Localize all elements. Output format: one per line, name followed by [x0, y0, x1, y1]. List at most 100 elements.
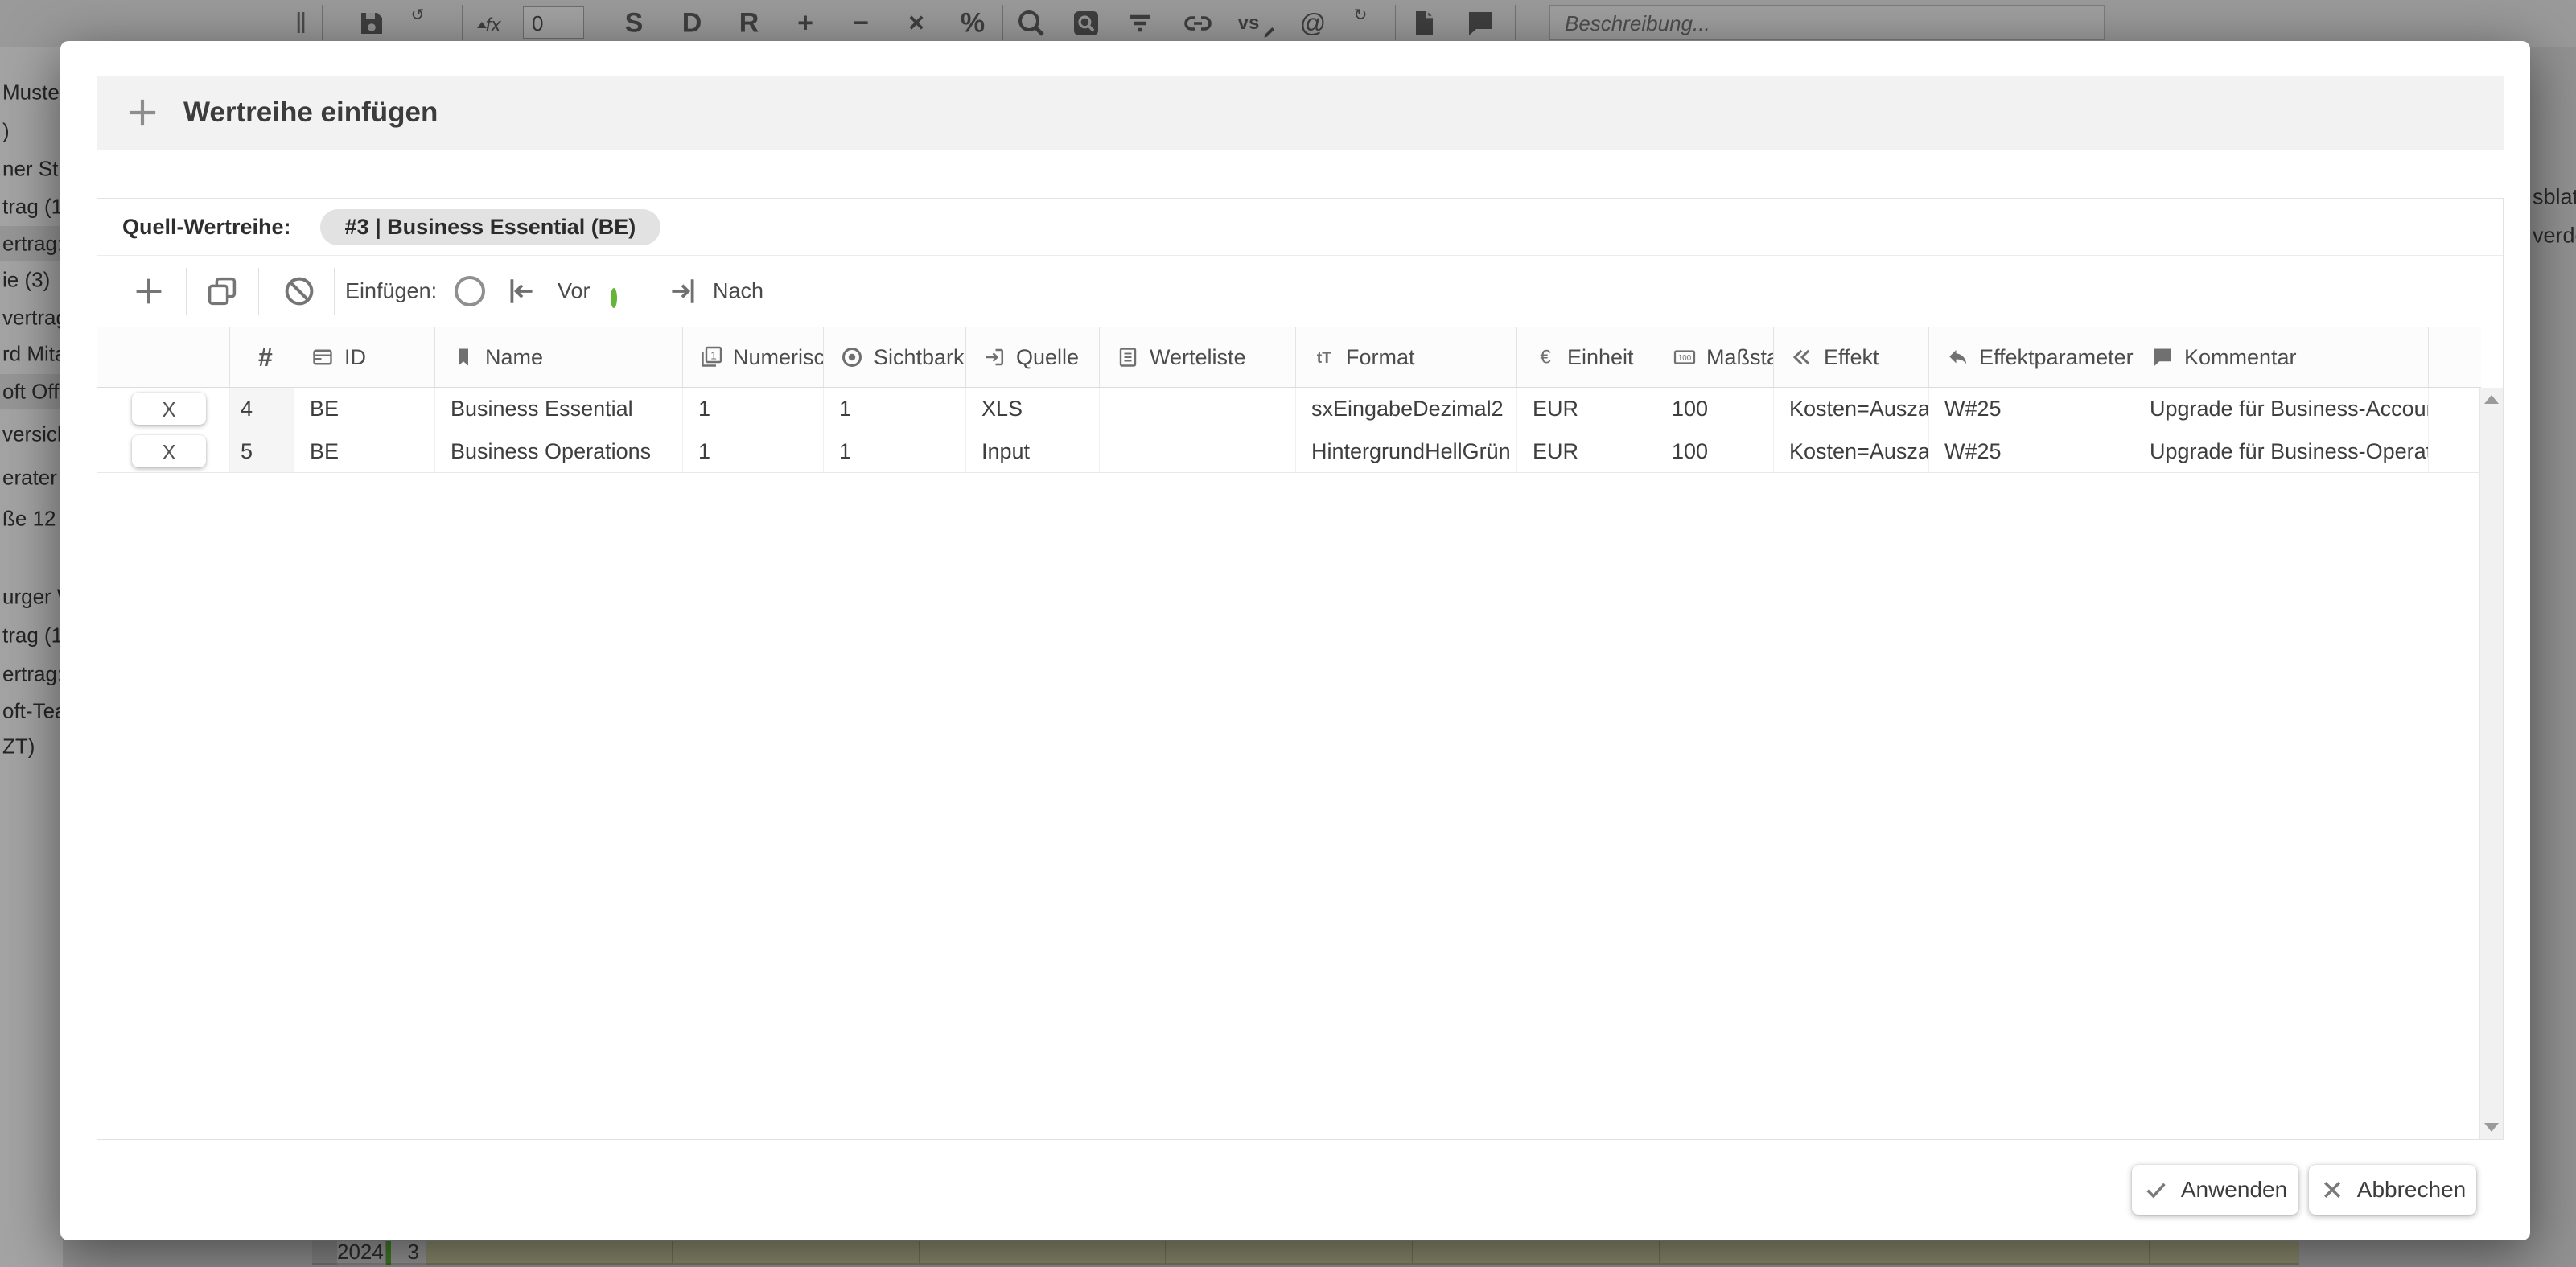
- toolbar-divider: [186, 268, 187, 315]
- column-label: Quelle: [1016, 345, 1079, 370]
- table-header: # ID Name Numerisch Sichtbarke Quelle We…: [97, 327, 2481, 388]
- column-unit[interactable]: Einheit: [1517, 327, 1656, 387]
- dialog-header: Wertreihe einfügen: [97, 76, 2504, 150]
- cell-index: 4: [230, 388, 294, 430]
- cell-id: BE: [294, 430, 435, 472]
- cell-name: Business Essential: [435, 388, 683, 430]
- plus-icon: [124, 94, 161, 131]
- cell-unit: EUR: [1517, 388, 1656, 430]
- cell-effect-param: W#25: [1929, 430, 2134, 472]
- euro-icon: [1533, 345, 1558, 369]
- column-valuelist[interactable]: Werteliste: [1100, 327, 1296, 387]
- cell-visibility: 1: [824, 430, 966, 472]
- cell-source: Input: [966, 430, 1100, 472]
- source-series-label: Quell-Wertreihe:: [122, 215, 291, 240]
- add-row-button[interactable]: [131, 274, 167, 309]
- scale-icon: [1673, 345, 1697, 369]
- remove-row-button[interactable]: X: [132, 393, 206, 425]
- arrow-bar-left-icon: [505, 274, 539, 308]
- column-comment[interactable]: Kommentar: [2134, 327, 2429, 387]
- toolbar-divider: [334, 268, 335, 315]
- cell-numeric: 1: [683, 388, 824, 430]
- list-icon: [1116, 345, 1140, 369]
- column-scale[interactable]: Maßsta: [1656, 327, 1774, 387]
- duplicate-button[interactable]: [204, 274, 240, 309]
- numeric-icon: [699, 345, 723, 369]
- insert-label: Einfügen:: [345, 279, 437, 304]
- scroll-up-icon[interactable]: [2484, 395, 2499, 404]
- column-trailing: [2429, 327, 2481, 387]
- bookmark-icon: [451, 345, 475, 369]
- radio-after[interactable]: [611, 288, 617, 308]
- table-scrollbar[interactable]: [2479, 388, 2503, 1139]
- cell-action: X: [97, 430, 230, 472]
- cell-comment: Upgrade für Business-Accounts: [2134, 388, 2429, 430]
- cell-valuelist: [1100, 430, 1296, 472]
- column-label: Numerisch: [733, 345, 824, 370]
- visibility-icon: [840, 345, 864, 369]
- column-effect-param[interactable]: Effektparameter: [1929, 327, 2134, 387]
- cell-effect-param: W#25: [1929, 388, 2134, 430]
- column-effect[interactable]: Effekt: [1774, 327, 1929, 387]
- column-label: Name: [485, 345, 543, 370]
- column-label: Werteliste: [1150, 345, 1246, 370]
- radio-before[interactable]: [455, 276, 485, 306]
- insert-toolbar-row: Einfügen: Vor Nach: [97, 256, 2503, 327]
- cell-format: sxEingabeDezimal2: [1296, 388, 1517, 430]
- column-visibility[interactable]: Sichtbarke: [824, 327, 966, 387]
- effect-param-icon: [1945, 345, 1969, 369]
- scroll-down-icon[interactable]: [2484, 1123, 2499, 1132]
- block-button[interactable]: [282, 274, 317, 309]
- cancel-button-label: Abbrechen: [2357, 1177, 2466, 1203]
- check-icon: [2143, 1177, 2169, 1203]
- column-label: Effektparameter: [1979, 345, 2134, 370]
- radio-before-label[interactable]: Vor: [558, 279, 591, 304]
- column-name[interactable]: Name: [435, 327, 683, 387]
- cell-source: XLS: [966, 388, 1100, 430]
- format-icon: [1312, 345, 1336, 369]
- column-label: Effekt: [1824, 345, 1879, 370]
- dialog-content-card: Quell-Wertreihe: #3 | Business Essential…: [97, 198, 2504, 1140]
- dialog-title: Wertreihe einfügen: [183, 97, 438, 129]
- column-format[interactable]: Format: [1296, 327, 1517, 387]
- cell-effect: Kosten=Ausza…: [1774, 388, 1929, 430]
- remove-row-button[interactable]: X: [132, 435, 206, 467]
- column-label: Maßsta: [1706, 345, 1774, 370]
- column-label: Kommentar: [2184, 345, 2297, 370]
- cell-id: BE: [294, 388, 435, 430]
- source-icon: [982, 345, 1006, 369]
- column-index[interactable]: #: [230, 327, 294, 387]
- toolbar-divider: [258, 268, 259, 315]
- cell-unit: EUR: [1517, 430, 1656, 472]
- source-series-chip[interactable]: #3 | Business Essential (BE): [320, 209, 661, 245]
- screen: ‖ ↺ 0 S D R + − × % vs @ ↻ Beschreibung.…: [0, 0, 2576, 1267]
- apply-button[interactable]: Anwenden: [2132, 1165, 2298, 1215]
- source-series-row: Quell-Wertreihe: #3 | Business Essential…: [97, 199, 2503, 256]
- id-card-icon: [311, 345, 335, 369]
- cell-action: X: [97, 388, 230, 430]
- cell-name: Business Operations: [435, 430, 683, 472]
- table-row[interactable]: X 4 BE Business Essential 1 1 XLS sxEing…: [97, 388, 2481, 430]
- table-row[interactable]: X 5 BE Business Operations 1 1 Input Hin…: [97, 430, 2481, 473]
- column-source[interactable]: Quelle: [966, 327, 1100, 387]
- cell-comment: Upgrade für Business-Operations: [2134, 430, 2429, 472]
- cell-trailing: [2429, 430, 2481, 472]
- column-numeric[interactable]: Numerisch: [683, 327, 824, 387]
- cell-effect: Kosten=Ausza…: [1774, 430, 1929, 472]
- apply-button-label: Anwenden: [2181, 1177, 2287, 1203]
- column-label: ID: [344, 345, 366, 370]
- arrow-bar-right-icon: [665, 274, 699, 308]
- cell-format: HintergrundHellGrün: [1296, 430, 1517, 472]
- radio-after-label[interactable]: Nach: [713, 279, 763, 304]
- column-id[interactable]: ID: [294, 327, 435, 387]
- cell-trailing: [2429, 388, 2481, 430]
- column-label: #: [258, 343, 273, 372]
- cell-index: 5: [230, 430, 294, 472]
- effect-icon: [1790, 345, 1814, 369]
- cross-icon: [2319, 1177, 2345, 1203]
- cell-scale: 100: [1656, 388, 1774, 430]
- cancel-button[interactable]: Abbrechen: [2309, 1165, 2476, 1215]
- cell-visibility: 1: [824, 388, 966, 430]
- column-action: [97, 327, 230, 387]
- column-label: Format: [1346, 345, 1415, 370]
